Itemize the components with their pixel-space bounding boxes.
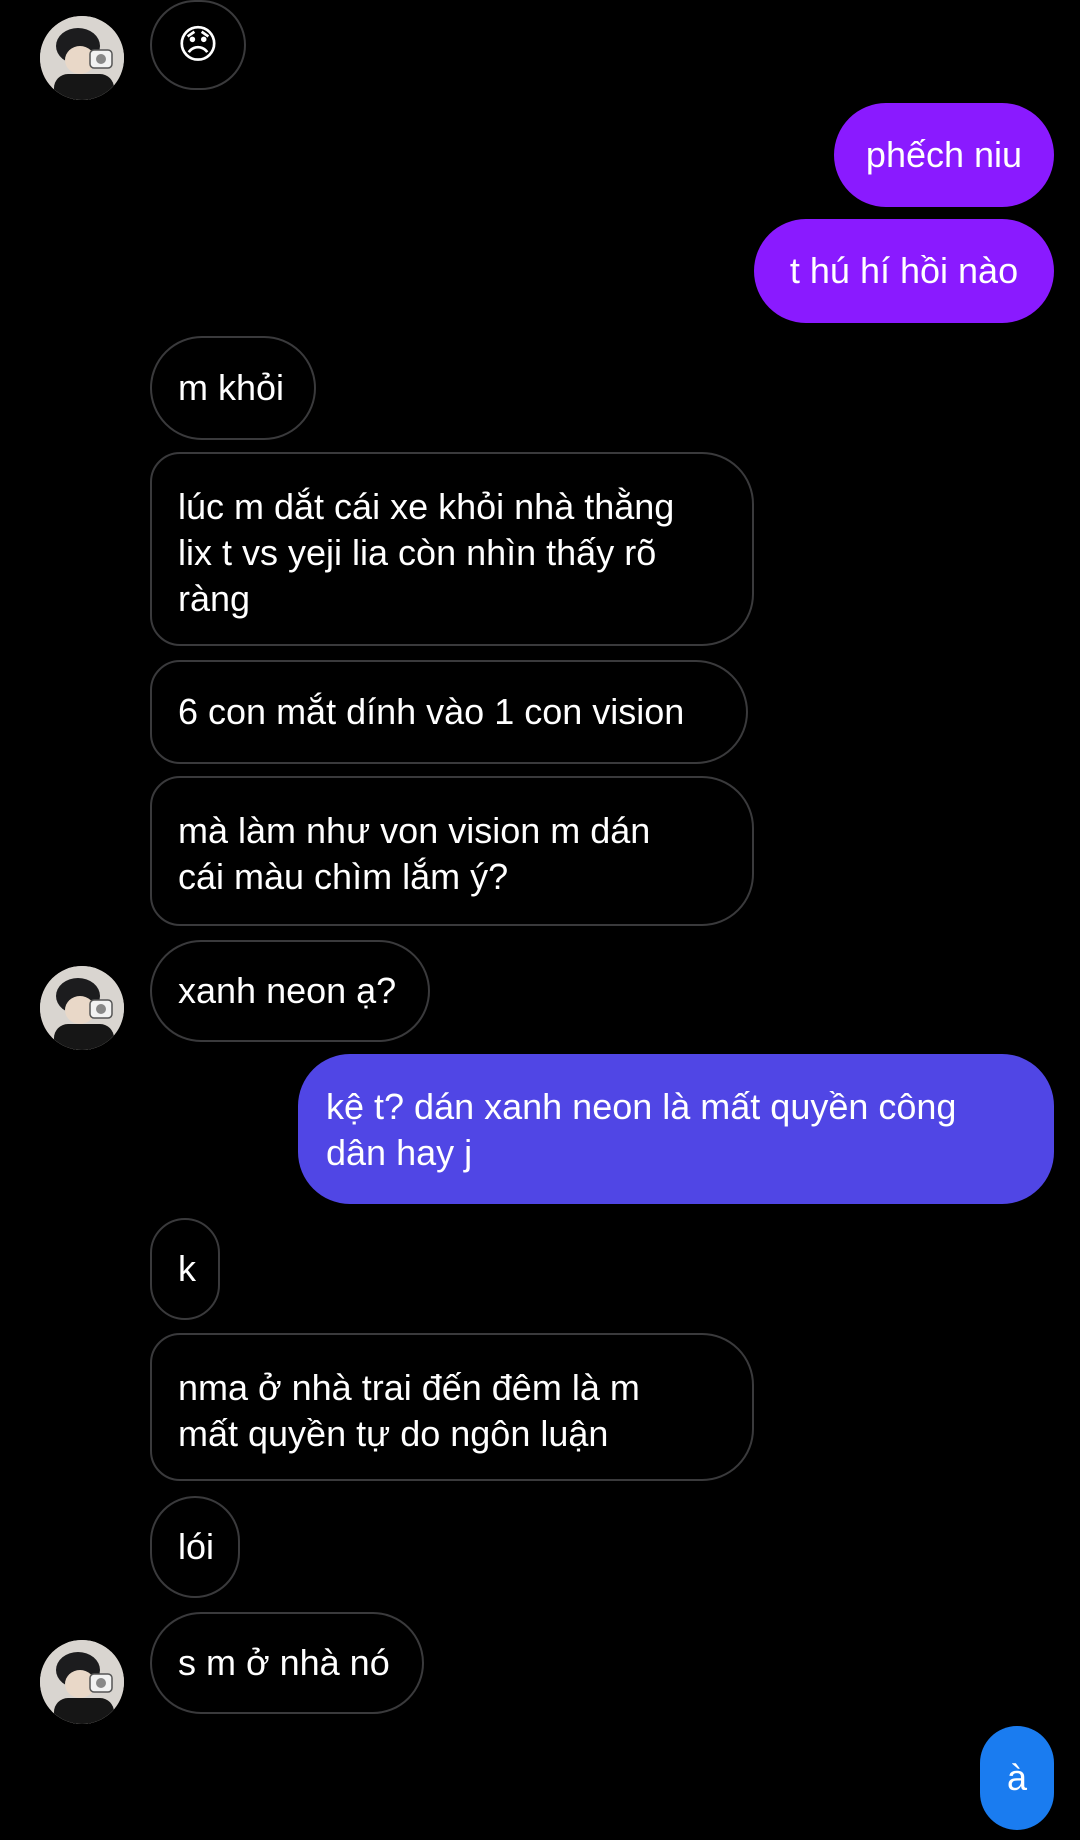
message-bubble-received[interactable]: 6 con mắt dính vào 1 con vision bbox=[150, 660, 748, 764]
message-bubble-sent[interactable]: à bbox=[980, 1726, 1054, 1830]
contact-avatar[interactable] bbox=[40, 966, 124, 1050]
avatar-photo-icon bbox=[40, 16, 124, 100]
message-bubble-sent[interactable]: t hú hí hồi nào bbox=[754, 219, 1054, 323]
message-bubble-received[interactable]: 😞 bbox=[150, 0, 246, 90]
message-bubble-sent[interactable]: phếch niu bbox=[834, 103, 1054, 207]
message-bubble-received[interactable]: s m ở nhà nó bbox=[150, 1612, 424, 1714]
avatar-photo-icon bbox=[40, 1640, 124, 1724]
message-bubble-received[interactable]: m khỏi bbox=[150, 336, 316, 440]
message-bubble-received[interactable]: xanh neon ạ? bbox=[150, 940, 430, 1042]
message-bubble-received[interactable]: mà làm như von vision m dán cái màu chìm… bbox=[150, 776, 754, 926]
chat-thread[interactable]: 😞 phếch niu t hú hí hồi nào m khỏi lúc m… bbox=[0, 0, 1080, 1840]
message-bubble-sent[interactable]: kệ t? dán xanh neon là mất quyền công dâ… bbox=[298, 1054, 1054, 1204]
contact-avatar[interactable] bbox=[40, 16, 124, 100]
avatar-photo-icon bbox=[40, 966, 124, 1050]
message-bubble-received[interactable]: lói bbox=[150, 1496, 240, 1598]
message-bubble-received[interactable]: nma ở nhà trai đến đêm là m mất quyền tự… bbox=[150, 1333, 754, 1481]
message-bubble-received[interactable]: lúc m dắt cái xe khỏi nhà thằng lix t vs… bbox=[150, 452, 754, 646]
contact-avatar[interactable] bbox=[40, 1640, 124, 1724]
message-bubble-received[interactable]: k bbox=[150, 1218, 220, 1320]
